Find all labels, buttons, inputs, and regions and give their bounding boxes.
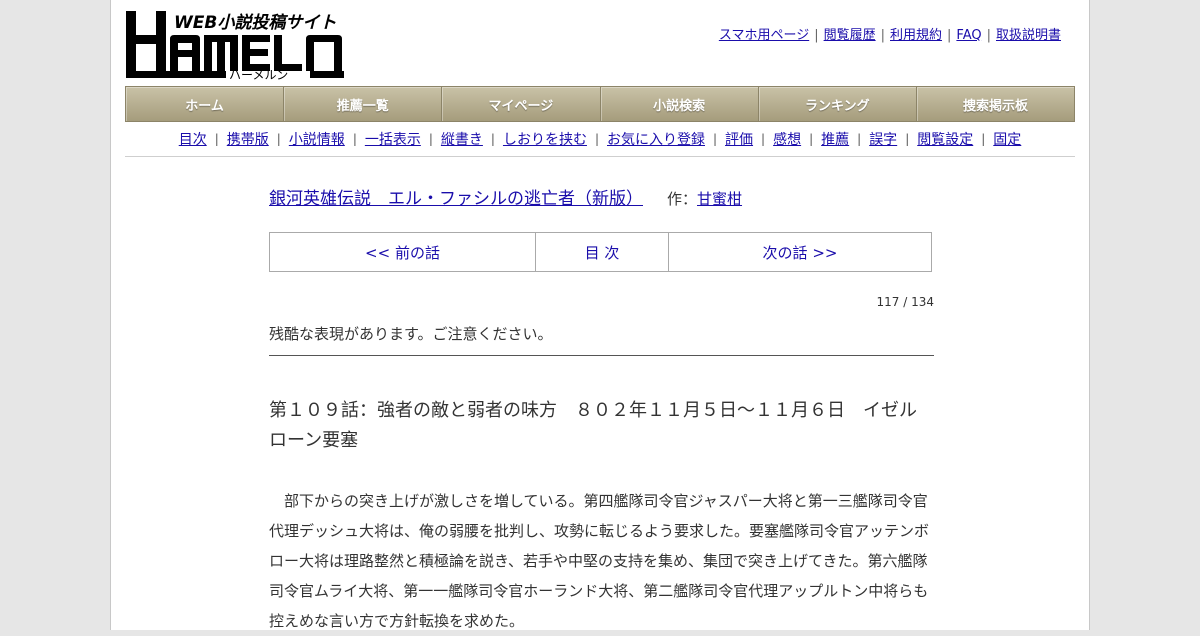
separator: | — [428, 132, 433, 146]
site-logo[interactable]: WEB小説投稿サイト ハーメルン — [126, 9, 346, 81]
subnav-rating[interactable]: 評価 — [725, 129, 753, 149]
nav-ranking[interactable]: ランキング — [759, 87, 917, 121]
content-warning: 残酷な表現があります。ご注意ください。 — [269, 325, 553, 343]
chapter-nav: << 前の話 目 次 次の話 >> — [269, 232, 932, 272]
separator: | — [857, 132, 862, 146]
separator: | — [594, 132, 599, 146]
subnav-pin[interactable]: 固定 — [993, 129, 1021, 149]
toc-link[interactable]: 目 次 — [536, 233, 669, 271]
subnav-toc[interactable]: 目次 — [179, 129, 207, 149]
subnav-mobile[interactable]: 携帯版 — [227, 129, 269, 149]
main-nav: ホーム 推薦一覧 マイページ 小説検索 ランキング 捜索掲示板 — [125, 86, 1075, 122]
subnav-favorite[interactable]: お気に入り登録 — [607, 129, 705, 149]
separator: | — [814, 28, 819, 43]
subnav-vertical[interactable]: 縦書き — [441, 129, 483, 149]
separator: | — [490, 132, 495, 146]
chapter-body: 部下からの突き上げが激しさを増している。第四艦隊司令官ジャスパー大将と第一三艦隊… — [269, 492, 930, 630]
terms-link[interactable]: 利用規約 — [890, 28, 942, 43]
faq-link[interactable]: FAQ — [956, 28, 981, 43]
separator: | — [905, 132, 910, 146]
page-container: WEB小説投稿サイト ハーメルン スマホ用ページ | 閲覧履歴 | 利用規約 | FAQ | 取… — [110, 0, 1090, 630]
history-link[interactable]: 閲覧履歴 — [824, 28, 876, 43]
subnav-bookmark[interactable]: しおりを挟む — [503, 129, 587, 149]
nav-novel-search[interactable]: 小説検索 — [601, 87, 759, 121]
separator: | — [352, 132, 357, 146]
chapter-title: 第１０９話：強者の敵と弱者の味方 ８０２年１１月５日～１１月６日 イゼルローン要… — [269, 400, 917, 451]
separator: | — [986, 28, 991, 43]
subnav-novel-info[interactable]: 小説情報 — [289, 129, 345, 149]
subnav-show-all[interactable]: 一括表示 — [365, 129, 421, 149]
separator: | — [981, 132, 986, 146]
subnav-review[interactable]: 感想 — [773, 129, 801, 149]
nav-search-board[interactable]: 捜索掲示板 — [917, 87, 1074, 121]
separator: | — [809, 132, 814, 146]
top-links: スマホ用ページ | 閲覧履歴 | 利用規約 | FAQ | 取扱説明書 — [719, 24, 1061, 43]
separator: | — [713, 132, 718, 146]
divider — [269, 355, 934, 356]
subnav-recommend[interactable]: 推薦 — [821, 129, 849, 149]
nav-recommendations[interactable]: 推薦一覧 — [284, 87, 443, 121]
separator: | — [761, 132, 766, 146]
nav-home[interactable]: ホーム — [126, 87, 285, 121]
prev-chapter-link[interactable]: << 前の話 — [270, 233, 536, 271]
author-link[interactable]: 甘蜜柑 — [697, 190, 742, 208]
smartphone-page-link[interactable]: スマホ用ページ — [719, 28, 809, 43]
subnav-typo[interactable]: 誤字 — [869, 129, 897, 149]
logo-tagline: WEB小説投稿サイト — [174, 13, 336, 33]
next-chapter-link[interactable]: 次の話 >> — [669, 233, 931, 271]
chapter-counter: 117 / 134 — [876, 295, 934, 309]
novel-header: 銀河英雄伝説 エル・ファシルの逃亡者（新版） 作：甘蜜柑 — [269, 184, 742, 209]
manual-link[interactable]: 取扱説明書 — [996, 28, 1061, 43]
nav-mypage[interactable]: マイページ — [442, 87, 601, 121]
separator: | — [214, 132, 219, 146]
subnav-view-settings[interactable]: 閲覧設定 — [917, 129, 973, 149]
separator: | — [276, 132, 281, 146]
separator: | — [880, 28, 885, 43]
separator: | — [947, 28, 952, 43]
author-label: 作： — [667, 190, 698, 208]
novel-title-link[interactable]: 銀河英雄伝説 エル・ファシルの逃亡者（新版） — [269, 189, 643, 209]
logo-reading: ハーメルン — [229, 68, 288, 81]
novel-subnav: 目次 | 携帯版 | 小説情報 | 一括表示 | 縦書き | しおりを挟む | お気に入り登… — [125, 122, 1075, 157]
